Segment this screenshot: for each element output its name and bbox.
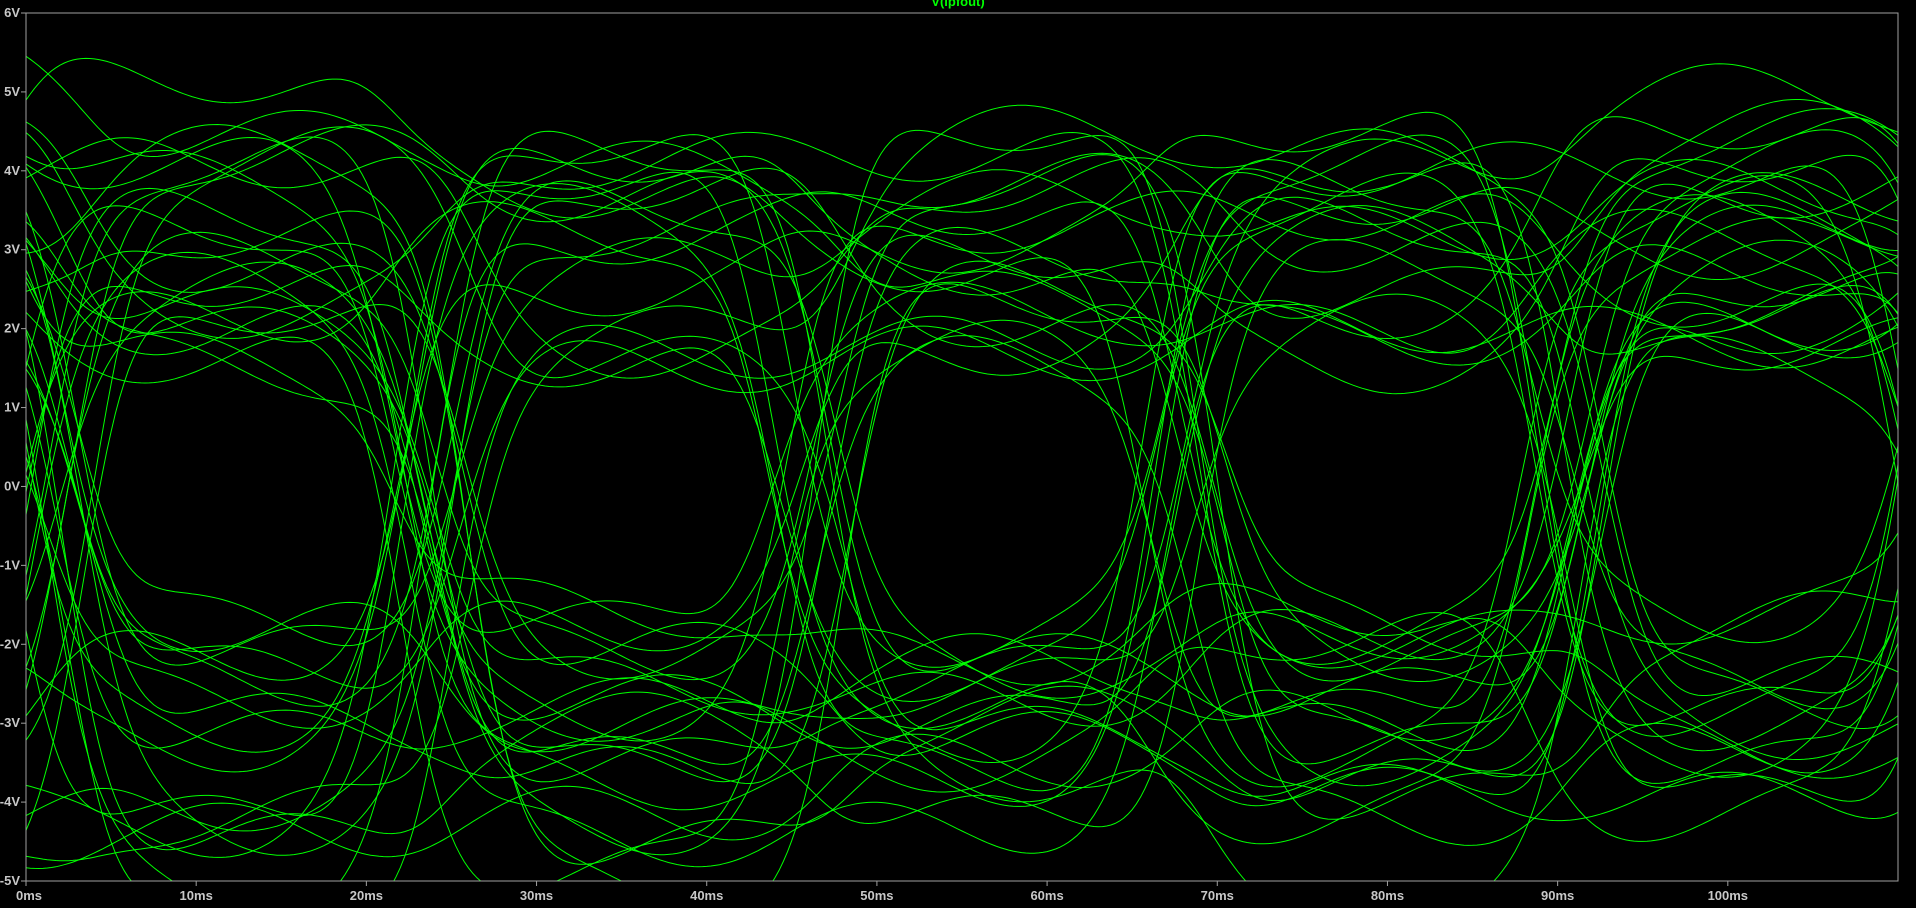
- y-tick-label: -3V: [0, 715, 20, 730]
- x-tick-label: 40ms: [690, 888, 723, 903]
- x-tick-label: 100ms: [1708, 888, 1748, 903]
- y-tick-label: 5V: [4, 84, 20, 99]
- x-tick-label: 30ms: [520, 888, 553, 903]
- y-tick-label: -2V: [0, 636, 20, 651]
- x-tick-label: 50ms: [860, 888, 893, 903]
- plot-window: 6V 5V 4V 3V 2V 1V 0V -1V -2V -3V -4V -5V 0ms 10ms 20ms…: [0, 0, 1916, 908]
- y-tick-label: 6V: [4, 5, 20, 20]
- y-tick-label: -1V: [0, 557, 20, 572]
- waveform-plot[interactable]: 6V 5V 4V 3V 2V 1V 0V -1V -2V -3V -4V -5V0ms 10ms 20ms…: [0, 0, 1916, 908]
- x-tick-label: 80ms: [1371, 888, 1404, 903]
- y-tick-label: -4V: [0, 794, 20, 809]
- y-tick-label: 3V: [4, 242, 20, 257]
- x-tick-label: 70ms: [1201, 888, 1234, 903]
- trace-title[interactable]: V(lpfout): [931, 0, 984, 9]
- x-tick-label: 0ms: [16, 888, 42, 903]
- x-tick-label: 20ms: [350, 888, 383, 903]
- y-tick-label: 2V: [4, 321, 20, 336]
- x-tick-label: 60ms: [1030, 888, 1063, 903]
- x-tick-label: 90ms: [1541, 888, 1574, 903]
- y-tick-label: 0V: [4, 478, 20, 493]
- y-tick-label: 4V: [4, 163, 20, 178]
- y-tick-label: -5V: [0, 873, 20, 888]
- y-tick-label: 1V: [4, 400, 20, 415]
- x-tick-label: 10ms: [180, 888, 213, 903]
